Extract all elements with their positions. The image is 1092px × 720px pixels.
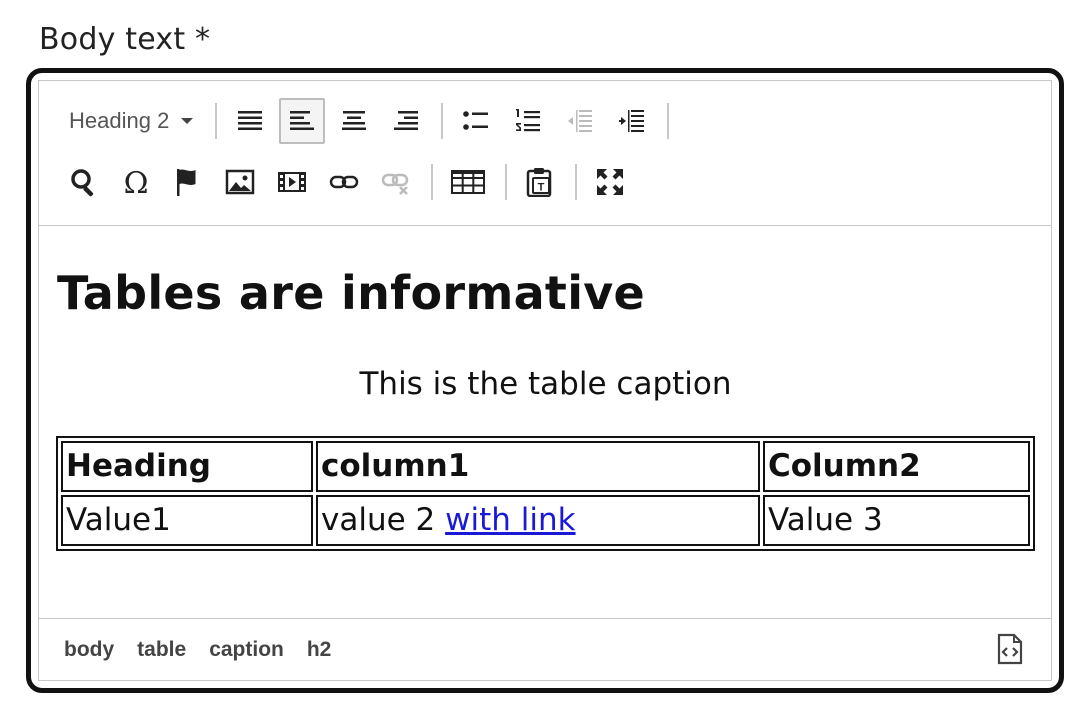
numbered-list-icon bbox=[516, 109, 541, 132]
format-select-value: Heading 2 bbox=[69, 108, 170, 133]
table-header-cell[interactable]: Column2 bbox=[763, 441, 1030, 492]
search-replace-icon bbox=[71, 169, 94, 197]
paste-as-text-button[interactable]: T bbox=[517, 159, 563, 205]
content-heading: Tables are informative bbox=[57, 266, 646, 320]
table-cell[interactable]: Value 3 bbox=[763, 495, 1030, 546]
insert-table-button[interactable] bbox=[443, 159, 493, 205]
insert-image-icon bbox=[225, 169, 255, 195]
insert-link-icon bbox=[329, 175, 359, 189]
editor-statusbar: body table caption h2 bbox=[39, 618, 1051, 680]
fullscreen-icon bbox=[597, 169, 623, 195]
align-center-icon bbox=[342, 111, 367, 130]
table-caption: This is the table caption bbox=[359, 366, 732, 402]
editor-toolbar: Heading 2 Ω T bbox=[39, 81, 1051, 226]
editor-content[interactable]: Tables are informative This is the table… bbox=[39, 226, 1051, 624]
align-justify-icon bbox=[238, 111, 263, 130]
align-center-button[interactable] bbox=[331, 98, 377, 144]
table-link[interactable]: with link bbox=[445, 502, 575, 538]
path-item-h2[interactable]: h2 bbox=[307, 638, 332, 662]
rich-text-editor: Heading 2 Ω T Tables are informative Thi… bbox=[38, 80, 1052, 681]
align-right-button[interactable] bbox=[383, 98, 429, 144]
path-item-table[interactable]: table bbox=[137, 638, 186, 662]
source-code-button[interactable] bbox=[995, 633, 1025, 665]
table-cell[interactable]: value 2 with link bbox=[316, 495, 760, 546]
editor-frame: Heading 2 Ω T Tables are informative Thi… bbox=[26, 68, 1064, 693]
insert-media-button[interactable] bbox=[269, 159, 315, 205]
align-right-icon bbox=[394, 111, 419, 130]
remove-link-icon bbox=[381, 173, 409, 195]
bullet-list-button[interactable] bbox=[453, 98, 499, 144]
svg-text:T: T bbox=[538, 182, 545, 194]
table-cell[interactable]: Value1 bbox=[61, 495, 313, 546]
path-item-body[interactable]: body bbox=[64, 638, 114, 662]
align-justify-button[interactable] bbox=[227, 98, 273, 144]
cell-text: value 2 bbox=[321, 502, 446, 538]
special-character-icon: Ω bbox=[124, 167, 149, 197]
svg-text:Ω: Ω bbox=[124, 167, 149, 197]
outdent-button[interactable] bbox=[557, 98, 603, 144]
anchor-button[interactable] bbox=[165, 159, 211, 205]
indent-icon bbox=[619, 110, 645, 132]
insert-image-button[interactable] bbox=[217, 159, 263, 205]
toolbar-separator bbox=[505, 164, 507, 200]
toolbar-row-2: Ω T bbox=[61, 158, 639, 206]
table-row: Value1 value 2 with link Value 3 bbox=[61, 495, 1030, 546]
content-table[interactable]: This is the table caption Heading column… bbox=[56, 366, 1035, 551]
toolbar-separator bbox=[667, 103, 670, 139]
source-code-icon bbox=[997, 633, 1023, 665]
field-label: Body text * bbox=[39, 22, 211, 57]
path-item-caption[interactable]: caption bbox=[209, 638, 284, 662]
insert-link-button[interactable] bbox=[321, 159, 367, 205]
format-select[interactable]: Heading 2 bbox=[61, 98, 201, 144]
toolbar-separator bbox=[431, 164, 433, 200]
indent-button[interactable] bbox=[609, 98, 655, 144]
numbered-list-button[interactable] bbox=[505, 98, 551, 144]
table-header-row: Heading column1 Column2 bbox=[61, 441, 1030, 492]
remove-link-button[interactable] bbox=[373, 159, 419, 205]
table-header-cell[interactable]: Heading bbox=[61, 441, 313, 492]
insert-media-icon bbox=[278, 172, 306, 192]
fullscreen-button[interactable] bbox=[587, 159, 633, 205]
insert-table-icon bbox=[451, 170, 485, 194]
toolbar-separator bbox=[441, 103, 444, 139]
toolbar-row-1: Heading 2 bbox=[61, 97, 679, 145]
paste-as-text-icon: T bbox=[526, 168, 552, 197]
special-character-button[interactable]: Ω bbox=[113, 159, 159, 205]
table-header-cell[interactable]: column1 bbox=[316, 441, 760, 492]
align-left-button[interactable] bbox=[279, 98, 326, 144]
search-replace-button[interactable] bbox=[61, 159, 107, 205]
align-left-icon bbox=[290, 111, 315, 130]
outdent-icon bbox=[568, 110, 593, 132]
chevron-down-icon bbox=[181, 118, 194, 124]
anchor-flag-icon bbox=[177, 169, 196, 196]
toolbar-separator bbox=[575, 164, 577, 200]
toolbar-separator bbox=[215, 103, 218, 139]
bullet-list-icon bbox=[463, 111, 489, 130]
